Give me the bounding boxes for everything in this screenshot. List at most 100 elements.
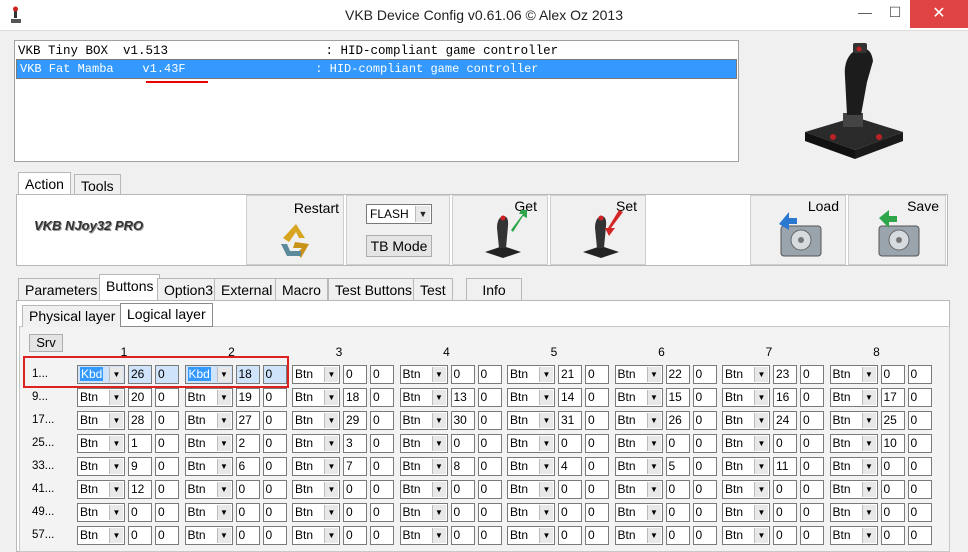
button-code-field[interactable]: 10	[880, 434, 905, 453]
button-code-field[interactable]: 0	[450, 434, 475, 453]
button-type-select[interactable]: Btn ▼	[184, 434, 233, 453]
button-mod-field[interactable]: 0	[477, 457, 502, 476]
button-code-field[interactable]: 31	[558, 411, 582, 430]
button-mod-field[interactable]: 0	[692, 526, 717, 545]
button-mod-field[interactable]: 0	[907, 411, 932, 430]
button-mod-field[interactable]: 0	[692, 388, 717, 407]
button-code-field[interactable]: 8	[450, 457, 475, 476]
button-code-field[interactable]: 22	[665, 365, 690, 384]
button-type-select[interactable]: Btn ▼	[77, 457, 125, 476]
button-mod-field[interactable]: 0	[370, 365, 394, 384]
button-code-field[interactable]: 12	[128, 480, 152, 499]
button-mod-field[interactable]: 0	[907, 503, 932, 522]
button-type-select[interactable]: Btn ▼	[399, 411, 448, 430]
button-mod-field[interactable]: 0	[155, 434, 179, 453]
button-code-field[interactable]: 14	[558, 388, 582, 407]
button-mod-field[interactable]: 0	[800, 388, 824, 407]
button-mod-field[interactable]: 0	[477, 388, 502, 407]
button-mod-field[interactable]: 0	[477, 365, 502, 384]
button-type-select[interactable]: Btn ▼	[292, 526, 340, 545]
button-type-select[interactable]: Btn ▼	[507, 526, 555, 545]
button-type-select[interactable]: Btn ▼	[507, 480, 555, 499]
button-type-select[interactable]: Btn ▼	[829, 388, 878, 407]
button-code-field[interactable]: 28	[128, 411, 152, 430]
save-button[interactable]: Save	[848, 195, 946, 265]
button-mod-field[interactable]: 0	[692, 365, 717, 384]
button-mod-field[interactable]: 0	[370, 457, 394, 476]
button-code-field[interactable]: 0	[665, 480, 690, 499]
button-type-select[interactable]: Btn ▼	[722, 388, 770, 407]
device-row-selected[interactable]: VKB Fat Mamba v1.43F : HID-compliant gam…	[16, 59, 737, 79]
button-code-field[interactable]: 6	[235, 457, 260, 476]
button-type-select[interactable]: Btn ▼	[614, 526, 663, 545]
restart-button[interactable]: Restart	[246, 195, 344, 265]
button-type-select[interactable]: Btn ▼	[399, 503, 448, 522]
maximize-button[interactable]: ☐	[880, 0, 910, 28]
button-mod-field[interactable]: 0	[585, 480, 609, 499]
button-code-field[interactable]: 29	[343, 411, 367, 430]
minimize-button[interactable]: —	[850, 0, 880, 28]
button-code-field[interactable]: 5	[665, 457, 690, 476]
button-mod-field[interactable]: 0	[370, 503, 394, 522]
button-mod-field[interactable]: 0	[155, 480, 179, 499]
button-mod-field[interactable]: 0	[477, 480, 502, 499]
button-mod-field[interactable]: 0	[585, 503, 609, 522]
button-code-field[interactable]: 0	[128, 526, 152, 545]
button-type-select[interactable]: Btn ▼	[829, 434, 878, 453]
button-code-field[interactable]: 15	[665, 388, 690, 407]
button-mod-field[interactable]: 0	[585, 457, 609, 476]
button-type-select[interactable]: Btn ▼	[722, 457, 770, 476]
button-code-field[interactable]: 0	[880, 457, 905, 476]
button-code-field[interactable]: 23	[773, 365, 797, 384]
button-type-select[interactable]: Btn ▼	[507, 503, 555, 522]
button-type-select[interactable]: Btn ▼	[77, 503, 125, 522]
button-mod-field[interactable]: 0	[907, 480, 932, 499]
button-type-select[interactable]: Btn ▼	[399, 388, 448, 407]
button-mod-field[interactable]: 0	[477, 526, 502, 545]
button-code-field[interactable]: 18	[343, 388, 367, 407]
button-code-field[interactable]: 24	[773, 411, 797, 430]
button-mod-field[interactable]: 0	[585, 434, 609, 453]
button-code-field[interactable]: 27	[235, 411, 260, 430]
button-code-field[interactable]: 0	[880, 480, 905, 499]
tab-physical-layer[interactable]: Physical layer	[22, 305, 123, 327]
button-type-select[interactable]: Btn ▼	[829, 503, 878, 522]
button-mod-field[interactable]: 0	[262, 434, 287, 453]
button-mod-field[interactable]: 0	[370, 388, 394, 407]
button-type-select[interactable]: Btn ▼	[722, 434, 770, 453]
button-mod-field[interactable]: 0	[585, 365, 609, 384]
button-mod-field[interactable]: 0	[907, 457, 932, 476]
button-code-field[interactable]: 9	[128, 457, 152, 476]
button-type-select[interactable]: Btn ▼	[292, 503, 340, 522]
button-code-field[interactable]: 0	[558, 526, 582, 545]
button-code-field[interactable]: 0	[773, 503, 797, 522]
button-code-field[interactable]: 0	[665, 526, 690, 545]
button-code-field[interactable]: 0	[558, 503, 582, 522]
device-row[interactable]: VKB Tiny BOX v1.513 : HID-compliant game…	[16, 43, 737, 59]
button-type-select[interactable]: Btn ▼	[184, 526, 233, 545]
button-code-field[interactable]: 0	[235, 480, 260, 499]
button-code-field[interactable]: 0	[235, 503, 260, 522]
srv-button[interactable]: Srv	[29, 334, 63, 352]
tab-test-buttons[interactable]: Test Buttons	[328, 278, 420, 302]
button-mod-field[interactable]: 0	[907, 365, 932, 384]
button-mod-field[interactable]: 0	[585, 388, 609, 407]
button-type-select[interactable]: Btn ▼	[399, 526, 448, 545]
button-code-field[interactable]: 21	[558, 365, 582, 384]
button-mod-field[interactable]: 0	[155, 503, 179, 522]
button-code-field[interactable]: 0	[450, 480, 475, 499]
button-code-field[interactable]: 2	[235, 434, 260, 453]
button-code-field[interactable]: 0	[773, 434, 797, 453]
button-code-field[interactable]: 13	[450, 388, 475, 407]
button-mod-field[interactable]: 0	[800, 434, 824, 453]
tab-external[interactable]: External	[214, 278, 280, 302]
button-code-field[interactable]: 1	[128, 434, 152, 453]
button-type-select[interactable]: Btn ▼	[399, 365, 448, 384]
load-button[interactable]: Load	[750, 195, 846, 265]
button-code-field[interactable]: 0	[880, 365, 905, 384]
button-type-select[interactable]: Btn ▼	[722, 411, 770, 430]
button-code-field[interactable]: 0	[343, 365, 367, 384]
button-type-select[interactable]: Btn ▼	[184, 457, 233, 476]
button-mod-field[interactable]: 0	[477, 503, 502, 522]
button-code-field[interactable]: 25	[880, 411, 905, 430]
